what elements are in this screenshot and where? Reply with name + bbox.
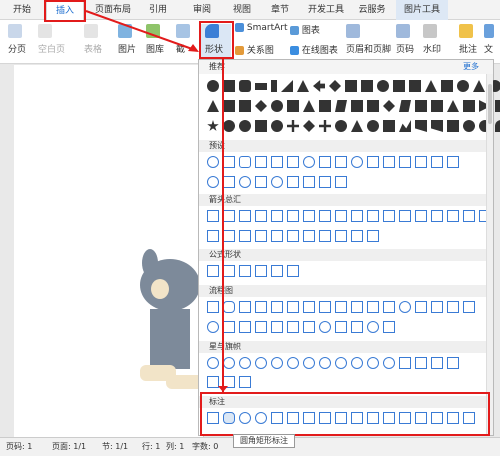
screenshot-icon bbox=[176, 24, 190, 38]
panel-header: 推荐 更多 bbox=[199, 60, 493, 74]
tab-page-layout[interactable]: 页面布局 bbox=[88, 0, 138, 20]
shapes-button-highlight bbox=[199, 21, 234, 59]
text-button[interactable]: 文 bbox=[484, 24, 498, 55]
picture-label: 图片 bbox=[118, 45, 137, 55]
online-chart-label: 在线图表 bbox=[301, 46, 338, 56]
tab-home[interactable]: 开始 bbox=[4, 0, 40, 20]
gallery-icon bbox=[146, 24, 160, 38]
screenshot-button[interactable]: 截 bbox=[176, 24, 196, 55]
status-pages: 页面: 1/1 bbox=[52, 442, 87, 451]
stars-section-title: 星与旗帜 bbox=[199, 341, 493, 353]
gallery-label: 图库 bbox=[146, 45, 165, 55]
header-footer-icon bbox=[346, 24, 360, 38]
stars-row-1[interactable] bbox=[207, 357, 459, 373]
tab-view[interactable]: 视图 bbox=[224, 0, 260, 20]
table-button[interactable]: 表格 bbox=[84, 24, 114, 55]
relationship-label: 关系图 bbox=[246, 46, 274, 56]
tab-picture-tools[interactable]: 图片工具 bbox=[396, 0, 448, 20]
gallery-button[interactable]: 图库 bbox=[146, 24, 174, 55]
relationship-icon bbox=[235, 46, 244, 55]
recommended-shapes-row-3[interactable] bbox=[207, 120, 500, 136]
basic-shapes-row-a[interactable] bbox=[207, 156, 459, 172]
page-number-button[interactable]: 页码 bbox=[396, 24, 420, 55]
flowchart-section-title: 流程图 bbox=[199, 285, 493, 297]
shapes-dropdown-panel: 推荐 更多 预设 箭头总汇 公式形状 流程图 星与旗帜 标注 bbox=[198, 59, 500, 436]
header-footer-button[interactable]: 页眉和页脚 bbox=[346, 24, 398, 55]
page-number-icon bbox=[396, 24, 410, 38]
status-chars: 字数: 0 bbox=[192, 442, 219, 451]
panel-scroll-thumb[interactable] bbox=[488, 84, 492, 124]
page-break-icon bbox=[8, 24, 22, 38]
watermark-icon bbox=[423, 24, 437, 38]
status-row: 行: 1 bbox=[142, 442, 161, 451]
insert-tab-highlight bbox=[44, 0, 86, 22]
panel-scrollbar[interactable] bbox=[486, 74, 493, 435]
recommended-shapes-row-1[interactable] bbox=[207, 80, 500, 96]
text-label: 文 bbox=[484, 45, 494, 55]
stars-row-2[interactable] bbox=[207, 376, 251, 392]
chart-button[interactable]: 图表 bbox=[290, 23, 320, 36]
table-label: 表格 bbox=[84, 45, 103, 55]
document-page[interactable] bbox=[14, 65, 206, 437]
screenshot-label: 截 bbox=[176, 45, 186, 55]
highlight-arrow-line bbox=[222, 58, 224, 392]
tab-developer[interactable]: 开发工具 bbox=[302, 0, 350, 20]
blank-page-icon bbox=[38, 24, 52, 38]
smartart-label: SmartArt bbox=[246, 23, 288, 33]
basic-shapes-row-b[interactable] bbox=[207, 176, 347, 192]
flowchart-row-2[interactable] bbox=[207, 321, 395, 337]
text-icon bbox=[484, 24, 494, 38]
tab-references[interactable]: 引用 bbox=[140, 0, 176, 20]
flowchart-row-1[interactable] bbox=[207, 301, 475, 317]
smartart-icon bbox=[235, 23, 244, 32]
recommended-shapes-row-2[interactable] bbox=[207, 100, 500, 116]
chart-icon bbox=[290, 26, 299, 35]
callouts-highlight bbox=[200, 392, 490, 436]
smartart-button[interactable]: SmartArt bbox=[235, 23, 288, 33]
arrows-row-1[interactable] bbox=[207, 210, 491, 226]
comment-icon bbox=[459, 24, 473, 38]
table-icon bbox=[84, 24, 98, 38]
equation-section-title: 公式形状 bbox=[199, 249, 493, 261]
more-link[interactable]: 更多 bbox=[463, 61, 479, 72]
tab-review[interactable]: 审阅 bbox=[184, 0, 220, 20]
watermark-label: 水印 bbox=[423, 45, 442, 55]
preset-section-title: 预设 bbox=[199, 140, 493, 152]
watermark-button[interactable]: 水印 bbox=[423, 24, 447, 55]
blank-page-label: 空白页 bbox=[38, 45, 66, 55]
status-page: 页码: 1 bbox=[6, 442, 33, 451]
blank-page-button[interactable]: 空白页 bbox=[38, 24, 72, 55]
status-col: 列: 1 bbox=[166, 442, 185, 451]
page-number-label: 页码 bbox=[396, 45, 415, 55]
header-footer-label: 页眉和页脚 bbox=[346, 45, 392, 55]
picture-button[interactable]: 图片 bbox=[118, 24, 146, 55]
page-break-label: 分页 bbox=[8, 45, 27, 55]
online-chart-icon bbox=[290, 46, 299, 55]
picture-icon bbox=[118, 24, 132, 38]
arrows-row-2[interactable] bbox=[207, 230, 379, 246]
online-chart-button[interactable]: 在线图表 bbox=[290, 43, 338, 56]
comment-label: 批注 bbox=[459, 45, 478, 55]
arrows-section-title: 箭头总汇 bbox=[199, 194, 493, 206]
relationship-button[interactable]: 关系图 bbox=[235, 43, 274, 56]
chart-label: 图表 bbox=[301, 26, 320, 36]
status-section: 节: 1/1 bbox=[102, 442, 129, 451]
equation-shapes-row[interactable] bbox=[207, 265, 299, 281]
page-break-button[interactable]: 分页 bbox=[8, 24, 34, 55]
comment-button[interactable]: 批注 bbox=[459, 24, 479, 55]
insert-ribbon: 分页 空白页 表格 图片 图库 截 形状 SmartArt 图表 关系图 在线图… bbox=[0, 20, 500, 64]
tab-section[interactable]: 章节 bbox=[262, 0, 298, 20]
shape-tooltip: 圆角矩形标注 bbox=[233, 434, 295, 448]
tab-cloud[interactable]: 云服务 bbox=[350, 0, 394, 20]
